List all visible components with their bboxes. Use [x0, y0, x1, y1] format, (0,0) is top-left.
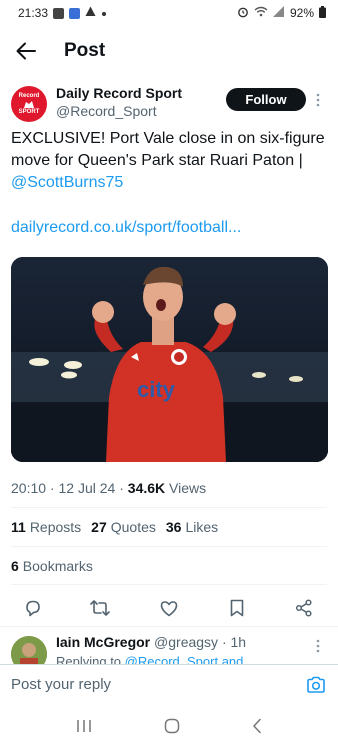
replying-to-prefix: Replying to: [56, 654, 122, 664]
bookmarks-stat[interactable]: 6 Bookmarks: [11, 558, 93, 574]
divider: [0, 626, 338, 627]
tweet-text: EXCLUSIVE! Port Vale close in on six-fig…: [11, 128, 327, 194]
recent-apps-icon[interactable]: [76, 719, 92, 738]
reply-author-name[interactable]: Iain McGregor: [56, 634, 150, 650]
likes-label: Likes: [185, 519, 219, 535]
reposts-stat[interactable]: 11 Reposts: [11, 519, 81, 535]
follow-button[interactable]: Follow: [226, 88, 306, 111]
reply-input[interactable]: [11, 676, 271, 693]
lion-logo-icon: [24, 100, 34, 108]
warning-icon: [85, 6, 96, 20]
system-back-icon[interactable]: [252, 718, 262, 739]
tweet-actions-bar: [0, 595, 338, 621]
divider: [11, 546, 327, 547]
page-title: Post: [64, 40, 106, 61]
reply-author-line: Iain McGregor @greagsy · 1h: [56, 634, 247, 650]
divider: [11, 584, 327, 585]
page-header: Post: [0, 26, 338, 76]
tweet-meta: 20:10 · 12 Jul 24 · 34.6K Views: [11, 480, 207, 496]
like-heart-icon[interactable]: [158, 597, 180, 619]
back-arrow-icon[interactable]: [14, 39, 38, 63]
share-icon[interactable]: [293, 597, 315, 619]
author-handle[interactable]: @Record_Sport: [56, 103, 157, 119]
tweet-body: EXCLUSIVE! Port Vale close in on six-fig…: [11, 130, 325, 169]
reply-more-options-icon[interactable]: [315, 638, 321, 654]
avatar-logo-text: Record: [18, 92, 40, 99]
reply-age: 1h: [230, 634, 247, 650]
home-icon[interactable]: [164, 718, 180, 739]
reply-author-handle[interactable]: @greagsy: [154, 634, 218, 650]
repost-icon[interactable]: [89, 597, 111, 619]
status-bar: 21:33 92%: [0, 0, 338, 26]
app-notification-icon: [69, 7, 81, 19]
tweet-mention-link[interactable]: @ScottBurns75: [11, 174, 123, 191]
engagement-stats: 11 Reposts 27 Quotes 36 Likes: [11, 519, 218, 535]
author-avatar[interactable]: Record SPORT: [11, 86, 47, 122]
wifi-icon: [254, 6, 268, 20]
battery-icon: [319, 5, 326, 21]
likes-count: 36: [165, 519, 182, 535]
quotes-count: 27: [91, 519, 107, 535]
reposts-label: Reposts: [29, 519, 82, 535]
system-navigation-bar: [0, 706, 338, 750]
author-name[interactable]: Daily Record Sport: [56, 85, 182, 101]
tweet-media-image[interactable]: city: [11, 257, 328, 462]
dot-icon: [101, 6, 107, 20]
tweet-date: 12 Jul 24: [58, 480, 116, 496]
bookmarks-count: 6: [11, 558, 19, 574]
bookmarks-label: Bookmarks: [22, 558, 93, 574]
divider: [11, 507, 327, 508]
tweet-time: 20:10: [11, 480, 47, 496]
reply-icon[interactable]: [22, 597, 44, 619]
bookmark-icon[interactable]: [226, 597, 248, 619]
replying-to-line: Replying to @Record_Sport and: [56, 654, 243, 664]
author-row: Record SPORT Daily Record Sport @Record_…: [0, 82, 338, 126]
quotes-label: Quotes: [110, 519, 156, 535]
signal-icon: [272, 6, 285, 20]
camera-icon[interactable]: [306, 676, 326, 694]
battery-percent: 92%: [289, 6, 314, 20]
gallery-notification-icon: [53, 7, 65, 19]
avatar-logo-subtext: SPORT: [18, 108, 40, 115]
reply-preview[interactable]: Iain McGregor @greagsy · 1h Replying to …: [0, 632, 338, 664]
quotes-stat[interactable]: 27 Quotes: [91, 519, 156, 535]
reply-composer: [0, 664, 338, 704]
alarm-icon: [237, 6, 249, 21]
tweet-url-link[interactable]: dailyrecord.co.uk/sport/football...: [11, 219, 241, 237]
more-options-icon[interactable]: [315, 92, 321, 108]
svg-text:city: city: [137, 377, 176, 402]
reposts-count: 11: [11, 519, 26, 535]
views-count: 34.6K: [127, 480, 166, 496]
replying-to-mention[interactable]: @Record_Sport and: [125, 654, 244, 664]
footballer-celebrating-photo: city: [11, 257, 328, 462]
likes-stat[interactable]: 36 Likes: [166, 519, 218, 535]
reply-author-avatar[interactable]: [11, 636, 47, 664]
status-time: 21:33: [18, 6, 49, 20]
views-label: Views: [169, 480, 207, 496]
